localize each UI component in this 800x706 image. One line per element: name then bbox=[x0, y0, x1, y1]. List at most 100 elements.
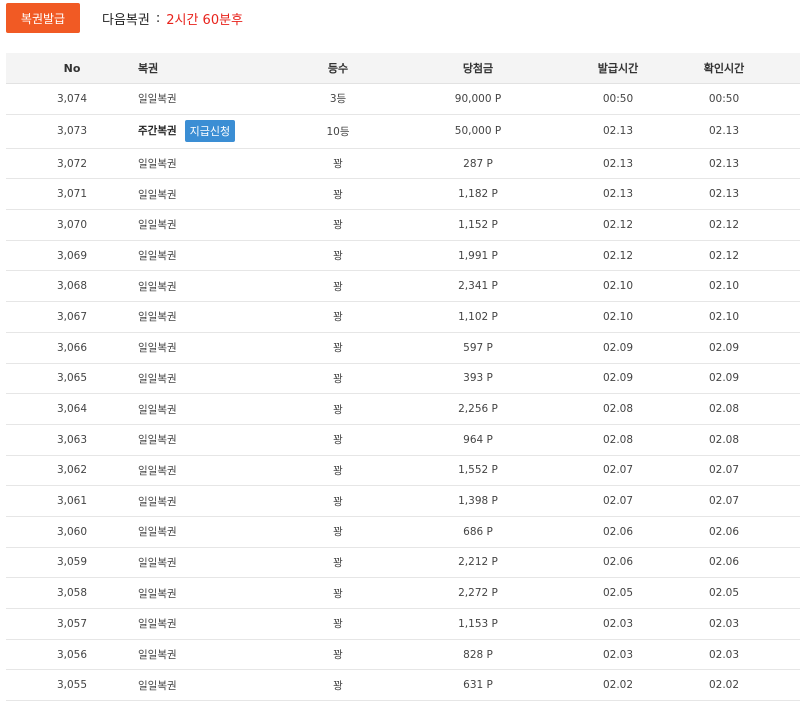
cell-lottery: 일일복권 bbox=[138, 240, 308, 272]
cell-prize: 964 P bbox=[368, 424, 588, 456]
cell-issued-time: 02.03 bbox=[588, 639, 648, 671]
cell-checked-time: 02.02 bbox=[648, 669, 800, 702]
cell-no: 3,072 bbox=[6, 148, 138, 180]
table-row: 3,060 일일복권 꽝 686 P 02.06 02.06 bbox=[6, 516, 800, 548]
cell-rank: 꽝 bbox=[308, 639, 368, 671]
cell-checked-time: 02.03 bbox=[648, 608, 800, 640]
cell-prize: 631 P bbox=[368, 669, 588, 702]
cell-issued-time: 02.03 bbox=[588, 608, 648, 640]
cell-checked-time: 02.03 bbox=[648, 639, 800, 671]
cell-lottery: 일일복권 bbox=[138, 608, 308, 640]
cell-no: 3,066 bbox=[6, 332, 138, 364]
cell-prize: 2,341 P bbox=[368, 270, 588, 303]
claim-payout-button[interactable]: 지급신청 bbox=[184, 120, 236, 143]
cell-rank: 10등 bbox=[308, 114, 368, 149]
lottery-name: 일일복권 bbox=[138, 280, 177, 293]
cell-lottery: 일일복권 bbox=[138, 485, 308, 517]
cell-checked-time: 02.10 bbox=[648, 270, 800, 303]
lottery-name: 일일복권 bbox=[138, 464, 177, 477]
column-header-prize: 당첨금 bbox=[368, 53, 588, 84]
table-row: 3,071 일일복권 꽝 1,182 P 02.13 02.13 bbox=[6, 178, 800, 211]
cell-prize: 597 P bbox=[368, 332, 588, 364]
cell-rank: 꽝 bbox=[308, 455, 368, 487]
cell-issued-time: 02.12 bbox=[588, 209, 648, 241]
cell-rank: 꽝 bbox=[308, 209, 368, 241]
cell-issued-time: 02.07 bbox=[588, 485, 648, 517]
cell-lottery: 일일복권 bbox=[138, 178, 308, 211]
lottery-name: 일일복권 bbox=[138, 679, 177, 692]
cell-rank: 꽝 bbox=[308, 393, 368, 425]
cell-issued-time: 02.06 bbox=[588, 547, 648, 579]
cell-lottery: 일일복권 bbox=[138, 301, 308, 333]
lottery-name: 일일복권 bbox=[138, 188, 177, 201]
table-row: 3,072 일일복권 꽝 287 P 02.13 02.13 bbox=[6, 148, 800, 180]
issue-lottery-button[interactable]: 복권발급 bbox=[6, 3, 80, 33]
cell-lottery: 일일복권 bbox=[138, 209, 308, 241]
lottery-name: 일일복권 bbox=[138, 250, 177, 263]
cell-checked-time: 00:50 bbox=[648, 83, 800, 115]
lottery-name: 일일복권 bbox=[138, 219, 177, 232]
cell-checked-time: 02.09 bbox=[648, 332, 800, 364]
cell-issued-time: 02.10 bbox=[588, 270, 648, 303]
cell-checked-time: 02.08 bbox=[648, 393, 800, 425]
cell-no: 3,064 bbox=[6, 393, 138, 425]
cell-issued-time: 02.07 bbox=[588, 455, 648, 487]
cell-rank: 꽝 bbox=[308, 240, 368, 272]
cell-prize: 1,153 P bbox=[368, 608, 588, 640]
cell-checked-time: 02.10 bbox=[648, 301, 800, 333]
lottery-name: 일일복권 bbox=[138, 434, 177, 447]
table-row: 3,056 일일복권 꽝 828 P 02.03 02.03 bbox=[6, 639, 800, 671]
cell-lottery: 일일복권 bbox=[138, 148, 308, 180]
cell-prize: 1,102 P bbox=[368, 301, 588, 333]
cell-prize: 1,152 P bbox=[368, 209, 588, 241]
cell-prize: 1,182 P bbox=[368, 178, 588, 211]
table-row: 3,068 일일복권 꽝 2,341 P 02.10 02.10 bbox=[6, 270, 800, 303]
cell-rank: 꽝 bbox=[308, 547, 368, 579]
cell-rank: 꽝 bbox=[308, 669, 368, 702]
cell-checked-time: 02.13 bbox=[648, 148, 800, 180]
table-row: 3,064 일일복권 꽝 2,256 P 02.08 02.08 bbox=[6, 393, 800, 425]
cell-no: 3,059 bbox=[6, 547, 138, 579]
lottery-name: 일일복권 bbox=[138, 618, 177, 631]
lottery-name: 일일복권 bbox=[138, 342, 177, 355]
cell-no: 3,070 bbox=[6, 209, 138, 241]
lottery-name: 일일복권 bbox=[138, 587, 177, 600]
table-row: 3,062 일일복권 꽝 1,552 P 02.07 02.07 bbox=[6, 455, 800, 487]
cell-issued-time: 02.08 bbox=[588, 393, 648, 425]
cell-issued-time: 00:50 bbox=[588, 83, 648, 115]
cell-no: 3,071 bbox=[6, 178, 138, 211]
next-lottery-label: 다음복권 bbox=[102, 12, 150, 28]
table-row: 3,063 일일복권 꽝 964 P 02.08 02.08 bbox=[6, 424, 800, 456]
cell-issued-time: 02.13 bbox=[588, 114, 648, 149]
table-row: 3,069 일일복권 꽝 1,991 P 02.12 02.12 bbox=[6, 240, 800, 272]
cell-rank: 꽝 bbox=[308, 270, 368, 303]
cell-no: 3,057 bbox=[6, 608, 138, 640]
cell-lottery: 일일복권 bbox=[138, 669, 308, 702]
cell-checked-time: 02.09 bbox=[648, 363, 800, 395]
table-row: 3,061 일일복권 꽝 1,398 P 02.07 02.07 bbox=[6, 485, 800, 517]
cell-rank: 3등 bbox=[308, 83, 368, 115]
column-header-checked-time: 확인시간 bbox=[648, 53, 800, 84]
lottery-name: 일일복권 bbox=[138, 93, 177, 106]
cell-rank: 꽝 bbox=[308, 485, 368, 517]
cell-checked-time: 02.13 bbox=[648, 114, 800, 149]
cell-no: 3,068 bbox=[6, 270, 138, 303]
cell-issued-time: 02.13 bbox=[588, 178, 648, 211]
cell-lottery: 일일복권 bbox=[138, 393, 308, 425]
lottery-name: 일일복권 bbox=[138, 649, 177, 662]
cell-checked-time: 02.07 bbox=[648, 485, 800, 517]
table-row: 3,066 일일복권 꽝 597 P 02.09 02.09 bbox=[6, 332, 800, 364]
cell-prize: 2,256 P bbox=[368, 393, 588, 425]
cell-checked-time: 02.06 bbox=[648, 516, 800, 548]
cell-prize: 828 P bbox=[368, 639, 588, 671]
lottery-history-table: No 복권 등수 당첨금 발급시간 확인시간 3,074 일일복권 3등 90,000… bbox=[6, 53, 800, 702]
table-header-row: No 복권 등수 당첨금 발급시간 확인시간 bbox=[6, 53, 800, 84]
cell-prize: 1,991 P bbox=[368, 240, 588, 272]
cell-rank: 꽝 bbox=[308, 148, 368, 180]
column-header-rank: 등수 bbox=[308, 53, 368, 84]
lottery-name: 일일복권 bbox=[138, 158, 177, 171]
column-header-lottery: 복권 bbox=[138, 53, 308, 84]
cell-no: 3,061 bbox=[6, 485, 138, 517]
cell-issued-time: 02.05 bbox=[588, 577, 648, 609]
cell-issued-time: 02.09 bbox=[588, 363, 648, 395]
